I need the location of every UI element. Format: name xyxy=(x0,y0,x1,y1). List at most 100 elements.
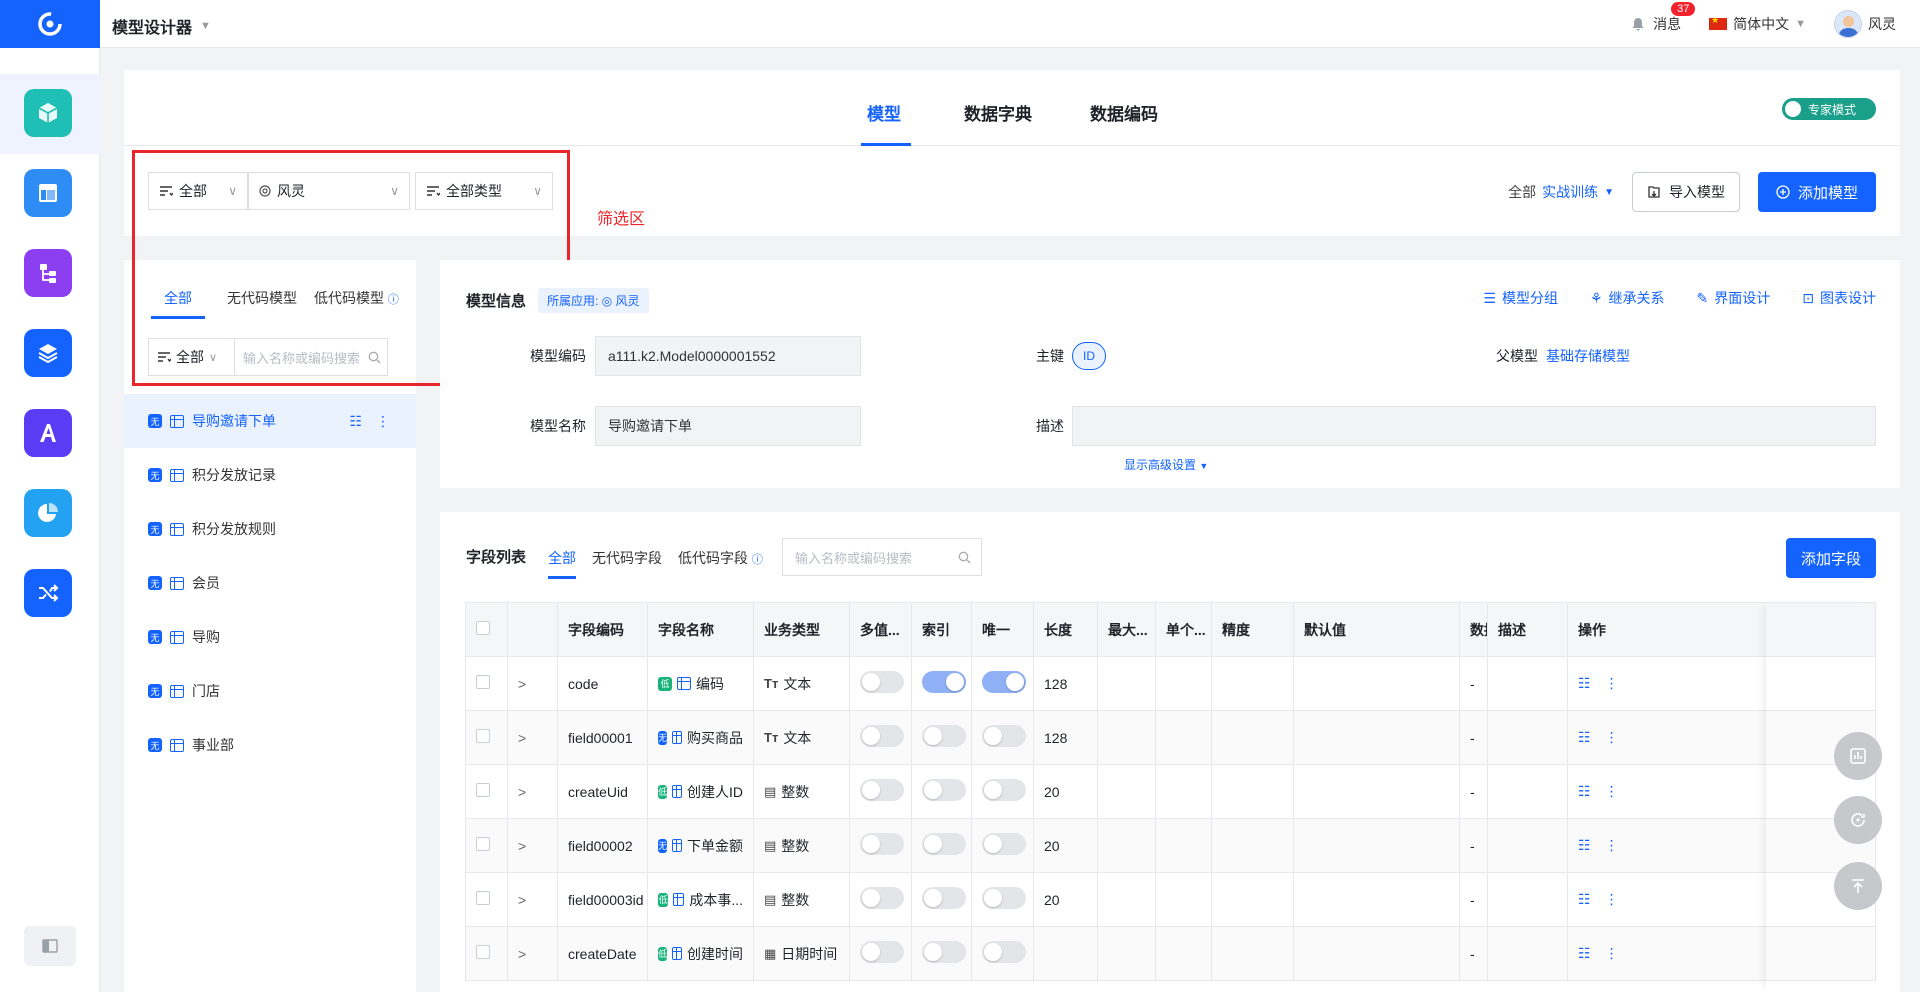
column-header[interactable]: 业务类型 xyxy=(753,602,850,657)
app-logo[interactable] xyxy=(0,0,100,48)
tab-low-code-fields[interactable]: 低代码字段 ⓘ xyxy=(678,548,763,568)
list-item[interactable]: 无 会员 xyxy=(124,556,416,610)
more-vertical-icon[interactable]: ⋮ xyxy=(1605,945,1619,962)
row-checkbox[interactable] xyxy=(476,891,490,905)
table-row[interactable]: > createDate 低创建时间 ▦ 日期时间 - ☷ ⋮ xyxy=(465,926,1876,981)
user-menu[interactable]: 风灵 xyxy=(1834,10,1896,38)
list-item[interactable]: 无 积分发放记录 xyxy=(124,448,416,502)
chart-design-link[interactable]: ⊡ 图表设计 xyxy=(1802,288,1876,308)
multi-value-switch[interactable] xyxy=(860,941,904,963)
chevron-right-icon[interactable]: > xyxy=(518,730,526,746)
column-header[interactable]: 索引 xyxy=(911,602,972,657)
column-header[interactable]: 单个... xyxy=(1155,602,1212,657)
nav-collapse-button[interactable] xyxy=(24,926,76,966)
more-vertical-icon[interactable]: ⋮ xyxy=(1605,729,1619,746)
nav-model[interactable] xyxy=(24,89,72,137)
index-switch[interactable] xyxy=(922,941,966,963)
unique-switch[interactable] xyxy=(982,725,1026,747)
list-item[interactable]: 无 导购邀请下单 ☷ ⋮ xyxy=(124,394,416,448)
settings-sliders-icon[interactable]: ☷ xyxy=(1578,729,1591,746)
column-header[interactable]: 默认值 xyxy=(1293,602,1460,657)
more-vertical-icon[interactable]: ⋮ xyxy=(1605,675,1619,692)
back-to-top-button[interactable] xyxy=(1834,862,1882,910)
settings-sliders-icon[interactable]: ☷ xyxy=(1578,783,1591,800)
add-model-button[interactable]: 添加模型 xyxy=(1757,172,1876,212)
nav-ai[interactable] xyxy=(24,409,72,457)
settings-sliders-icon[interactable]: ☷ xyxy=(1578,891,1591,908)
row-checkbox[interactable] xyxy=(476,729,490,743)
row-checkbox[interactable] xyxy=(476,675,490,689)
more-vertical-icon[interactable]: ⋮ xyxy=(1605,891,1619,908)
list-item[interactable]: 无 积分发放规则 xyxy=(124,502,416,556)
app-title[interactable]: 模型设计器 ▼ xyxy=(112,14,211,38)
report-float-button[interactable] xyxy=(1834,732,1882,780)
multi-value-switch[interactable] xyxy=(860,833,904,855)
messages-button[interactable]: 消息 37 xyxy=(1631,2,1696,34)
more-vertical-icon[interactable]: ⋮ xyxy=(376,413,390,430)
unique-switch[interactable] xyxy=(982,887,1026,909)
search-icon[interactable] xyxy=(958,551,971,564)
tab-all-fields[interactable]: 全部 xyxy=(548,548,576,568)
column-header[interactable]: 唯一 xyxy=(971,602,1034,657)
chevron-right-icon[interactable]: > xyxy=(518,892,526,908)
column-header[interactable]: 字段编码 xyxy=(557,602,648,657)
tab-data-dictionary[interactable]: 数据字典 xyxy=(964,100,1032,125)
column-header[interactable]: 字段名称 xyxy=(647,602,754,657)
multi-value-switch[interactable] xyxy=(860,887,904,909)
list-item[interactable]: 无 导购 xyxy=(124,610,416,664)
refresh-float-button[interactable] xyxy=(1834,796,1882,844)
index-switch[interactable] xyxy=(922,725,966,747)
column-header[interactable]: 描述 xyxy=(1487,602,1568,657)
model-code-field[interactable]: a111.k2.Model0000001552 xyxy=(595,336,861,376)
list-item[interactable]: 无 事业部 xyxy=(124,718,416,772)
chevron-right-icon[interactable]: > xyxy=(518,676,526,692)
index-switch[interactable] xyxy=(922,779,966,801)
nav-layers[interactable] xyxy=(24,329,72,377)
index-switch[interactable] xyxy=(922,671,966,693)
model-group-link[interactable]: ☰ 模型分组 xyxy=(1483,288,1558,308)
tab-no-code-fields[interactable]: 无代码字段 xyxy=(592,548,662,568)
list-item[interactable]: 无 门店 xyxy=(124,664,416,718)
table-row[interactable]: > field00003id 低成本事... ▤ 整数 20- ☷ ⋮ xyxy=(465,872,1876,927)
parent-model-link[interactable]: 基础存储模型 xyxy=(1546,346,1630,366)
tab-data-encoding[interactable]: 数据编码 xyxy=(1090,100,1158,125)
unique-switch[interactable] xyxy=(982,833,1026,855)
nav-flow[interactable] xyxy=(24,249,72,297)
column-header[interactable]: 数据编码 xyxy=(1459,602,1488,657)
index-switch[interactable] xyxy=(922,887,966,909)
inheritance-link[interactable]: ⚘ 继承关系 xyxy=(1590,288,1665,308)
unique-switch[interactable] xyxy=(982,779,1026,801)
column-header[interactable]: 精度 xyxy=(1211,602,1294,657)
multi-value-switch[interactable] xyxy=(860,671,904,693)
nav-shuffle[interactable] xyxy=(24,569,72,617)
settings-sliders-icon[interactable]: ☷ xyxy=(1578,675,1591,692)
column-header[interactable]: 长度 xyxy=(1033,602,1098,657)
unique-switch[interactable] xyxy=(982,671,1026,693)
primary-key-pill[interactable]: ID xyxy=(1072,342,1106,370)
model-name-field[interactable]: 导购邀请下单 xyxy=(595,406,861,446)
import-model-button[interactable]: 导入模型 xyxy=(1631,172,1740,212)
column-header[interactable]: 最大... xyxy=(1097,602,1156,657)
show-advanced-settings[interactable]: 显示高级设置 ▼ xyxy=(1124,456,1208,473)
tab-model[interactable]: 模型 xyxy=(867,100,901,125)
project-scope[interactable]: 全部 实战训练 ▼ xyxy=(1508,182,1614,202)
table-row[interactable]: > field00002 无下单金额 ▤ 整数 20- ☷ ⋮ xyxy=(465,818,1876,873)
chevron-right-icon[interactable]: > xyxy=(518,838,526,854)
add-field-button[interactable]: 添加字段 xyxy=(1786,538,1876,578)
row-checkbox[interactable] xyxy=(476,783,490,797)
chevron-right-icon[interactable]: > xyxy=(518,946,526,962)
multi-value-switch[interactable] xyxy=(860,725,904,747)
expert-mode-toggle[interactable]: 专家模式 xyxy=(1782,98,1876,120)
table-row[interactable]: > code 低编码 Tт 文本 128- ☷ ⋮ xyxy=(465,656,1876,711)
settings-sliders-icon[interactable]: ☷ xyxy=(1578,837,1591,854)
column-header[interactable]: 多值... xyxy=(849,602,912,657)
table-row[interactable]: > createUid 低创建人ID ▤ 整数 20- ☷ ⋮ xyxy=(465,764,1876,819)
nav-layout[interactable] xyxy=(24,169,72,217)
language-select[interactable]: 简体中文 ▼ xyxy=(1709,14,1806,34)
nav-chart[interactable] xyxy=(24,489,72,537)
index-switch[interactable] xyxy=(922,833,966,855)
description-field[interactable] xyxy=(1072,406,1876,446)
table-row[interactable]: > field00001 无购买商品 Tт 文本 128- ☷ ⋮ xyxy=(465,710,1876,765)
chevron-right-icon[interactable]: > xyxy=(518,784,526,800)
row-checkbox[interactable] xyxy=(476,945,490,959)
